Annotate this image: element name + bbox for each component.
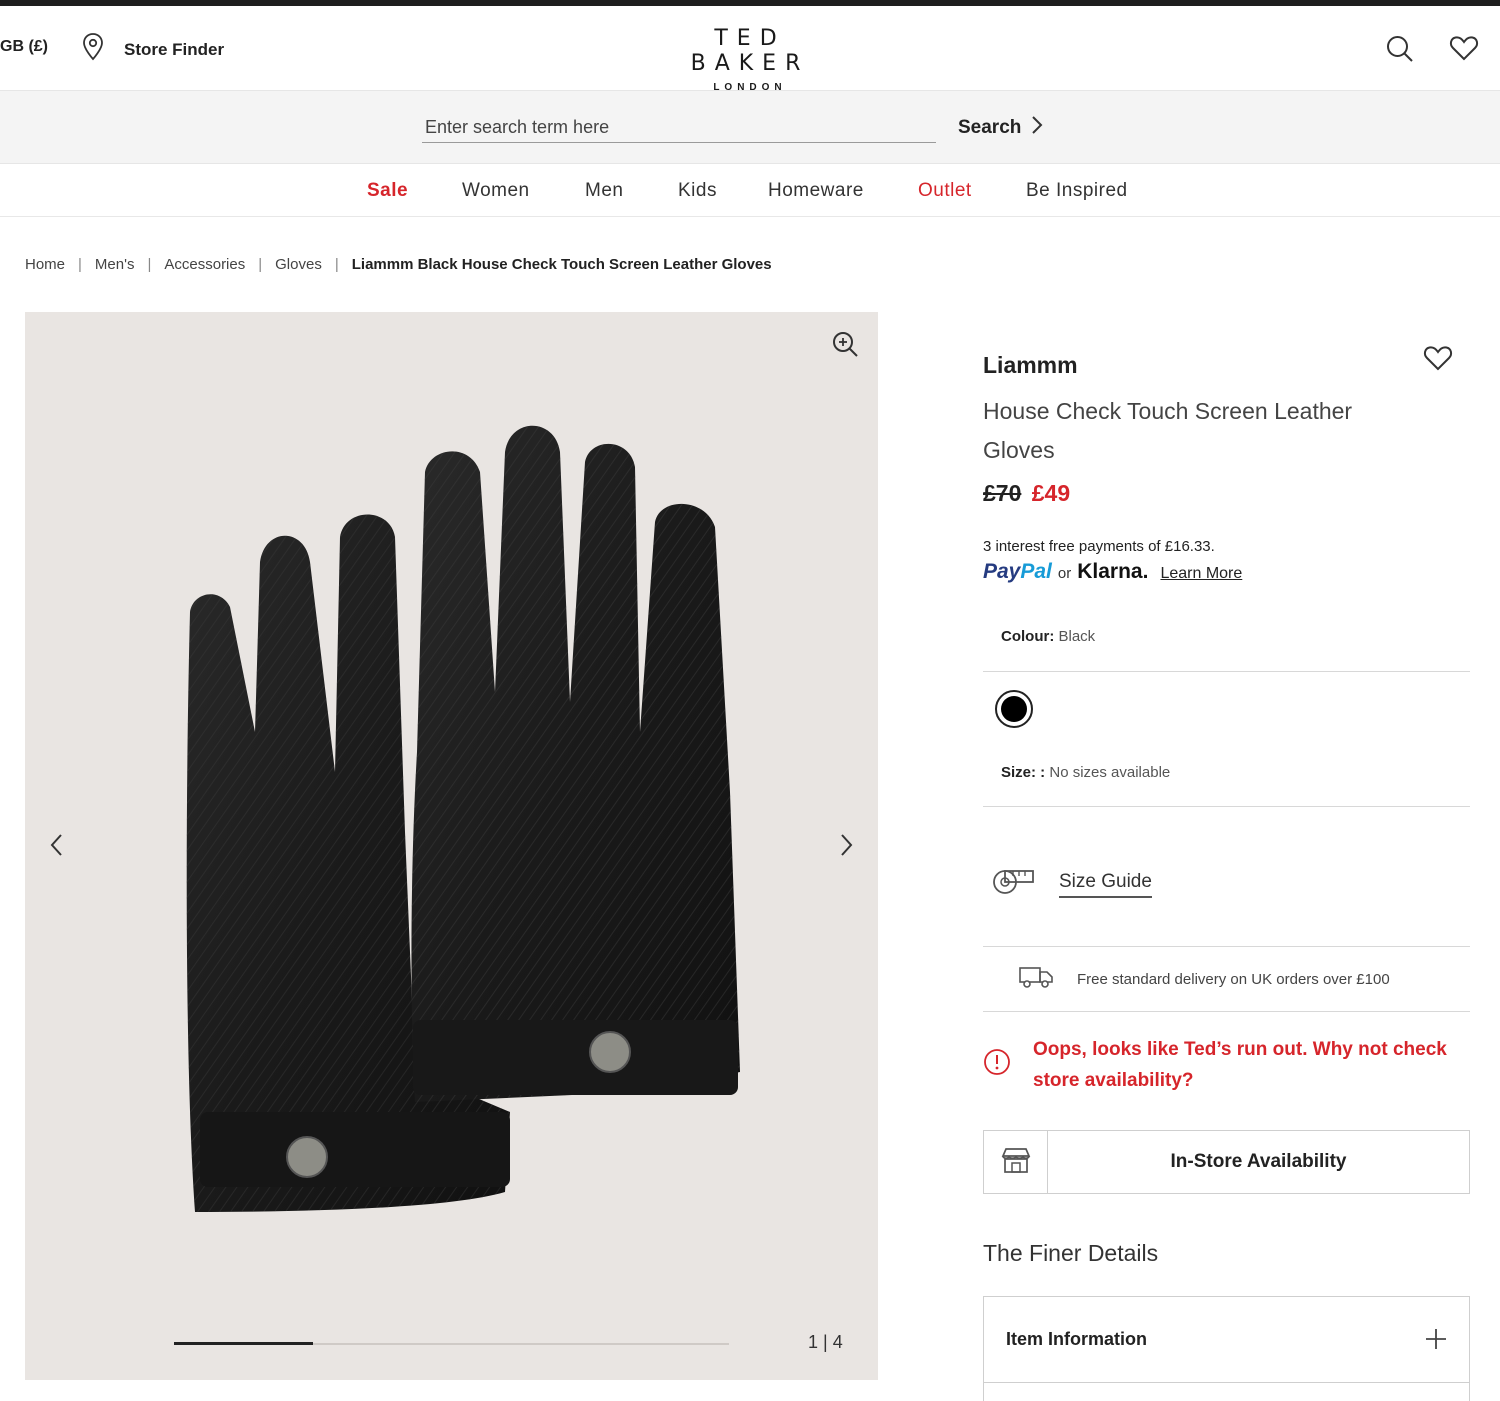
logo-brand: TED BAKER — [690, 26, 810, 76]
measuring-tape-icon — [991, 868, 1037, 901]
product-name: Liammm — [983, 352, 1078, 378]
breadcrumb: Home | Men's | Accessories | Gloves | Li… — [25, 256, 772, 273]
heart-icon[interactable] — [1449, 34, 1479, 67]
front-glove — [411, 425, 740, 1102]
paypal-logo: PayPal — [983, 560, 1052, 584]
chevron-right-icon[interactable] — [838, 832, 854, 863]
divider — [983, 806, 1470, 807]
price-original: £70 — [983, 480, 1022, 506]
colour-row: Colour: Black — [1001, 628, 1095, 645]
size-guide-label: Size Guide — [1059, 871, 1152, 898]
out-of-stock-message: Oops, looks like Ted’s run out. Why not … — [1033, 1039, 1447, 1091]
delivery-text: Free standard delivery on UK orders over… — [1077, 971, 1390, 988]
nav-item-be-inspired[interactable]: Be Inspired — [1026, 180, 1128, 202]
payment-options: PayPal or Klarna. Learn More — [983, 560, 1242, 584]
colour-swatch-black[interactable] — [995, 690, 1033, 728]
breadcrumb-separator: | — [147, 256, 152, 273]
finer-details-heading: The Finer Details — [983, 1240, 1159, 1266]
gallery-progress-fill — [174, 1342, 313, 1345]
nav-item-men[interactable]: Men — [585, 180, 623, 202]
search-input[interactable] — [422, 113, 936, 143]
alert-icon — [983, 1048, 1011, 1081]
chevron-left-icon[interactable] — [49, 832, 65, 863]
store-icon — [1000, 1146, 1032, 1179]
colour-value: Black — [1058, 628, 1096, 645]
delivery-info: Free standard delivery on UK orders over… — [1019, 966, 1390, 993]
learn-more-link[interactable]: Learn More — [1160, 565, 1242, 583]
nav-item-outlet[interactable]: Outlet — [918, 180, 972, 202]
paypal-logo-part2: Pal — [1020, 560, 1052, 583]
divider — [983, 946, 1470, 947]
installments-text: 3 interest free payments of £16.33. — [983, 538, 1215, 555]
main-nav: Sale Women Men Kids Homeware Outlet Be I… — [0, 164, 1500, 217]
klarna-logo: Klarna. — [1077, 560, 1149, 583]
search-icon[interactable] — [1385, 34, 1415, 69]
gallery-progress — [174, 1342, 729, 1345]
store-finder-label: Store Finder — [124, 39, 225, 59]
breadcrumb-accessories[interactable]: Accessories — [164, 256, 245, 273]
product-gallery: 1 | 4 — [25, 312, 878, 1380]
gallery-counter: 1 | 4 — [808, 1332, 843, 1352]
search-bar: Search — [0, 90, 1500, 164]
divider — [983, 1011, 1470, 1012]
locale-selector[interactable]: GB (£) — [0, 38, 48, 56]
colour-label: Colour: — [1001, 628, 1055, 645]
size-row: Size: : No sizes available — [1001, 764, 1170, 781]
delivery-truck-icon — [1019, 966, 1053, 993]
location-pin-icon — [82, 32, 104, 67]
size-value: No sizes available — [1049, 764, 1171, 781]
breadcrumb-gloves[interactable]: Gloves — [275, 256, 322, 273]
plus-icon — [1424, 1327, 1448, 1356]
chevron-right-icon — [1031, 115, 1043, 140]
search-button[interactable]: Search — [958, 115, 1043, 140]
paypal-logo-part1: Pay — [983, 560, 1021, 583]
store-icon-cell — [984, 1131, 1048, 1193]
breadcrumb-current: Liammm Black House Check Touch Screen Le… — [351, 256, 772, 273]
zoom-icon[interactable] — [831, 330, 861, 365]
price-sale: £49 — [1031, 480, 1071, 506]
price-block: £70 £49 — [983, 480, 1070, 507]
nav-item-women[interactable]: Women — [462, 180, 530, 202]
breadcrumb-mens[interactable]: Men's — [95, 256, 135, 273]
details-accordion: Item Information — [983, 1296, 1470, 1401]
payment-or: or — [1057, 565, 1072, 582]
size-label: Size: : — [1001, 764, 1046, 781]
breadcrumb-separator: | — [334, 256, 339, 273]
product-image-gloves — [186, 425, 740, 1212]
nav-item-kids[interactable]: Kids — [678, 180, 717, 202]
breadcrumb-home[interactable]: Home — [25, 256, 65, 273]
wishlist-heart-icon[interactable] — [1423, 344, 1453, 377]
ted-baker-logo[interactable]: TED BAKER LONDON — [650, 26, 850, 93]
divider — [983, 671, 1470, 672]
in-store-availability-label: In-Store Availability — [1170, 1151, 1347, 1172]
in-store-availability-button[interactable]: In-Store Availability — [983, 1130, 1470, 1194]
breadcrumb-separator: | — [78, 256, 82, 273]
site-header: GB (£) Store Finder TED BAKER LONDON — [0, 6, 1500, 93]
size-guide-link[interactable]: Size Guide — [991, 868, 1152, 901]
store-finder-link[interactable]: Store Finder — [82, 32, 224, 67]
product-subtitle: House Check Touch Screen Leather Gloves — [983, 398, 1353, 463]
search-button-label: Search — [958, 116, 1022, 138]
breadcrumb-separator: | — [258, 256, 263, 273]
nav-item-homeware[interactable]: Homeware — [768, 180, 864, 202]
item-information-label: Item Information — [1006, 1329, 1148, 1349]
item-information-toggle[interactable]: Item Information — [984, 1297, 1469, 1383]
nav-item-sale[interactable]: Sale — [367, 180, 408, 202]
